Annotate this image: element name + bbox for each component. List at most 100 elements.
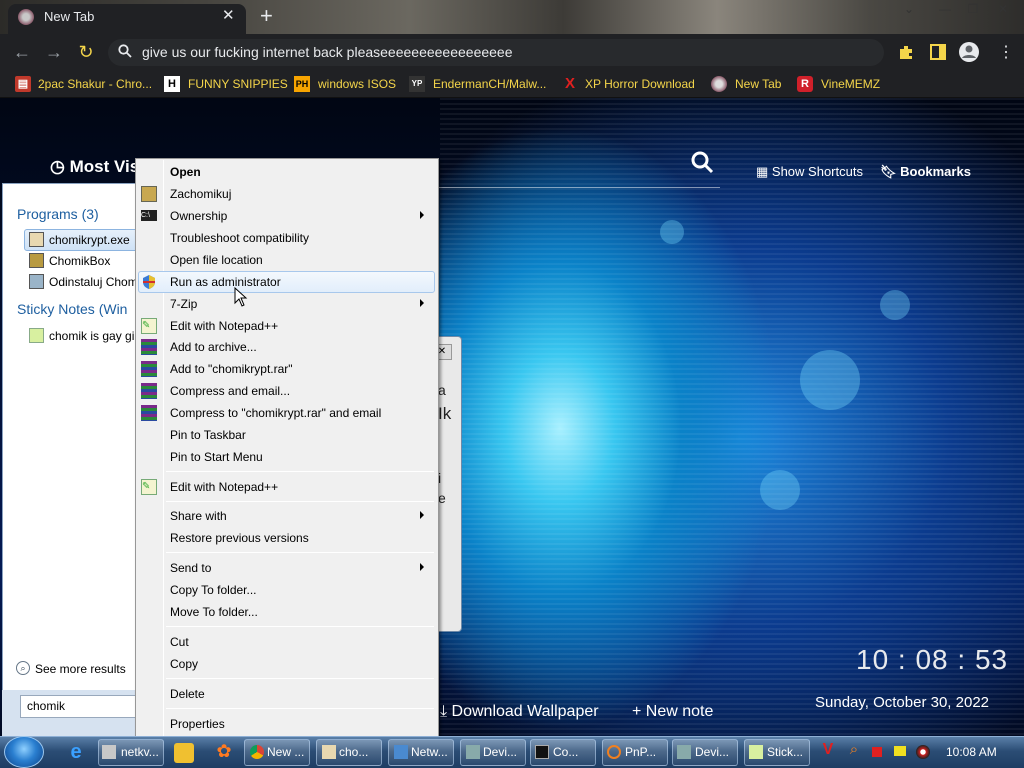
menu-properties[interactable]: Properties [170, 714, 225, 734]
note-icon [29, 328, 44, 343]
menu-run-as-administrator[interactable]: Run as administrator [170, 272, 281, 292]
bookmark-item[interactable]: EndermanCH/Malw... [433, 76, 546, 92]
profile-avatar-icon[interactable] [958, 41, 980, 63]
tab-new-tab[interactable]: New Tab [8, 4, 246, 34]
menu-separator [166, 552, 434, 553]
back-arrow-icon[interactable]: ← [12, 42, 32, 63]
sticky-notes-header[interactable]: Sticky Notes (Win [17, 301, 127, 317]
menu-7zip[interactable]: 7-Zip [170, 294, 197, 314]
menu-separator [166, 678, 434, 679]
bokeh-light [760, 470, 800, 510]
bookmark-globe-icon [711, 76, 727, 92]
bookmark-item[interactable]: New Tab [735, 76, 781, 92]
search-icon[interactable] [690, 150, 714, 174]
magnifier-icon[interactable]: ⌕ [842, 741, 866, 765]
menu-share-with[interactable]: Share with [170, 506, 227, 526]
reload-icon[interactable]: ↻ [76, 42, 96, 63]
menu-troubleshoot[interactable]: Troubleshoot compatibility [170, 228, 309, 248]
tray-clock[interactable]: 10:08 AM [946, 745, 997, 759]
new-note-button[interactable]: + New note [632, 703, 713, 721]
result-chomikbox[interactable]: ChomikBox [29, 251, 135, 271]
menu-edit-notepadpp[interactable]: Edit with Notepad++ [170, 316, 278, 336]
side-panel-icon[interactable] [929, 43, 947, 61]
menu-delete[interactable]: Delete [170, 684, 205, 704]
submenu-arrow-icon [420, 563, 424, 571]
submenu-arrow-icon [420, 511, 424, 519]
console-icon: C:\ [141, 210, 157, 221]
bookmark-item[interactable]: windows ISOS [318, 76, 396, 92]
menu-compress-email[interactable]: Compress and email... [170, 381, 290, 401]
new-tab-button[interactable]: + [260, 3, 273, 29]
v-app-icon[interactable]: V [816, 741, 840, 765]
start-button[interactable] [4, 736, 44, 768]
shield-icon [143, 275, 155, 289]
menu-restore-versions[interactable]: Restore previous versions [170, 528, 309, 548]
bookmark-item[interactable]: 2pac Shakur - Chro... [38, 76, 152, 92]
flag-icon[interactable] [872, 747, 882, 757]
menu-move-to-folder[interactable]: Move To folder... [170, 602, 258, 622]
winrar-icon [141, 383, 157, 399]
uninstall-icon [29, 274, 44, 289]
menu-cut[interactable]: Cut [170, 632, 189, 652]
bookmark-yp-icon: YP [409, 76, 425, 92]
note-icon [749, 745, 763, 759]
bookmarks-button[interactable]: 🔖︎ Bookmarks [880, 164, 971, 180]
address-text: give us our fucking internet back please… [142, 44, 513, 60]
tray-icon[interactable] [894, 746, 906, 756]
see-more-results[interactable]: See more results [35, 662, 126, 676]
menu-compress-rar-email[interactable]: Compress to "chomikrypt.rar" and email [170, 403, 381, 423]
internet-explorer-icon[interactable]: e [64, 741, 88, 765]
grid-icon: ▦ [756, 164, 772, 179]
menu-separator [166, 708, 434, 709]
start-search-input[interactable]: chomik [20, 695, 136, 718]
search-icon [118, 44, 132, 58]
submenu-arrow-icon [420, 299, 424, 307]
mouse-cursor-icon [234, 287, 248, 307]
bookmark-x-icon: X [564, 75, 575, 92]
bookmarks-label: Bookmarks [900, 164, 971, 179]
network-icon [394, 745, 408, 759]
clock: 10 : 08 : 53 [856, 644, 1009, 675]
result-chomikrypt[interactable]: chomikrypt.exe [29, 230, 135, 250]
maximize-button[interactable]: ❐ [958, 0, 988, 18]
forward-arrow-icon[interactable]: → [44, 42, 64, 63]
menu-send-to[interactable]: Send to [170, 558, 211, 578]
address-bar[interactable]: give us our fucking internet back please… [108, 39, 884, 66]
programs-header[interactable]: Programs (3) [17, 206, 99, 222]
menu-dots-icon[interactable]: ⋮ [998, 42, 1014, 62]
menu-ownership[interactable]: Ownership [170, 206, 227, 226]
speaker-icon[interactable] [916, 745, 930, 759]
bookmark-item[interactable]: XP Horror Download [585, 76, 695, 92]
close-window-button[interactable]: ✕ [988, 0, 1018, 18]
menu-add-to-archive[interactable]: Add to archive... [170, 337, 257, 357]
show-shortcuts-button[interactable]: ▦ Show Shortcuts [756, 164, 863, 180]
program-icon [322, 745, 336, 759]
result-uninstall[interactable]: Odinstaluj Chom [29, 272, 135, 292]
most-visited-button[interactable]: ◷ Most Visi [50, 157, 144, 177]
chomik-icon [141, 186, 157, 202]
menu-copy[interactable]: Copy [170, 654, 198, 674]
wallpaper-scanlines [440, 98, 1024, 736]
chrome-icon [250, 745, 264, 759]
bookmark-item[interactable]: FUNNY SNIPPIES [188, 76, 288, 92]
result-note[interactable]: chomik is gay gi [29, 326, 135, 346]
bookmark-item[interactable]: VineMEMZ [821, 76, 880, 92]
date: Sunday, October 30, 2022 [815, 694, 990, 711]
media-player-icon[interactable] [174, 743, 194, 763]
menu-pin-taskbar[interactable]: Pin to Taskbar [170, 425, 246, 445]
menu-add-to-rar[interactable]: Add to "chomikrypt.rar" [170, 359, 293, 379]
bookmark-icon: 🔖︎ [880, 164, 901, 179]
download-wallpaper-button[interactable]: ⤓ Download Wallpaper [440, 703, 599, 721]
paint-icon[interactable]: ✿ [212, 741, 236, 765]
extensions-puzzle-icon[interactable] [897, 43, 915, 61]
minimize-button[interactable]: — [930, 0, 960, 18]
menu-open[interactable]: Open [170, 162, 201, 182]
menu-edit-notepadpp[interactable]: Edit with Notepad++ [170, 477, 278, 497]
program-icon [29, 253, 44, 268]
tab-search-button[interactable]: ⌄ [894, 0, 924, 18]
menu-zachomikuj[interactable]: Zachomikuj [170, 184, 231, 204]
menu-pin-start[interactable]: Pin to Start Menu [170, 447, 263, 467]
menu-open-file-location[interactable]: Open file location [170, 250, 263, 270]
tab-close-icon[interactable]: ✕ [222, 6, 235, 24]
menu-copy-to-folder[interactable]: Copy To folder... [170, 580, 257, 600]
